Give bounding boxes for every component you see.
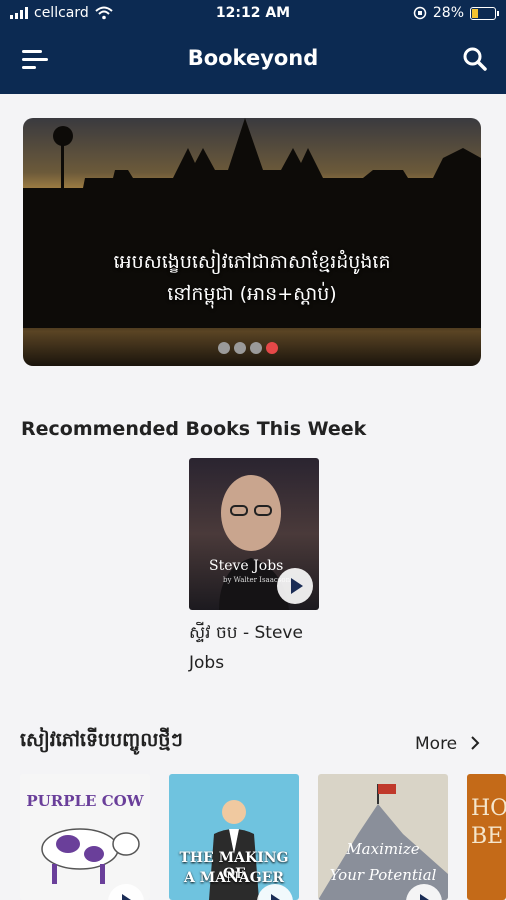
app-title: Bookeyond bbox=[187, 46, 319, 70]
temple-silhouette-image bbox=[23, 118, 481, 328]
book-card-partial[interactable]: HO BE bbox=[467, 774, 506, 900]
battery-percent: 28% bbox=[432, 5, 464, 21]
carousel-dot[interactable] bbox=[250, 342, 262, 354]
carousel-dot-active[interactable] bbox=[266, 342, 278, 354]
cover-title-line-2: BE bbox=[471, 824, 504, 849]
cover-title-line-2: Your Potential bbox=[329, 866, 437, 884]
cow-image bbox=[41, 828, 140, 884]
cover-title-line-1: Maximize bbox=[346, 840, 420, 858]
book-card-maximize-your-potential[interactable]: Maximize Your Potential bbox=[318, 774, 448, 900]
banner-line-1: អេបសង្ខេបសៀវភៅជាភាសាខ្មែរដំបូងគេ bbox=[113, 251, 391, 273]
recommended-section-title: Recommended Books This Week bbox=[21, 418, 367, 440]
banner-caption: អេបសង្ខេបសៀវភៅជាភាសាខ្មែរដំបូងគេ នៅកម្ពុ… bbox=[23, 246, 481, 310]
promo-banner[interactable]: អេបសង្ខេបសៀវភៅជាភាសាខ្មែរដំបូងគេ នៅកម្ពុ… bbox=[23, 118, 481, 366]
chevron-right-icon bbox=[470, 736, 479, 750]
orientation-lock-icon bbox=[413, 6, 427, 20]
app-header: cellcard 12:12 AM 28% Bookeyond bbox=[0, 0, 506, 94]
more-link[interactable]: More bbox=[415, 734, 481, 754]
book-title-line-2: Jobs bbox=[189, 653, 225, 673]
search-icon[interactable] bbox=[462, 46, 488, 72]
book-card-purple-cow[interactable]: PURPLE COW bbox=[20, 774, 150, 900]
recommended-book-title[interactable]: ស្ទីវ ចប - Steve Jobs bbox=[189, 618, 319, 678]
new-books-section-title: សៀវភៅទើបបញ្ចូលថ្មីៗ bbox=[20, 729, 183, 751]
book-cover[interactable]: Steve Jobs by Walter Isaacson bbox=[189, 458, 319, 610]
status-bar: cellcard 12:12 AM 28% bbox=[0, 0, 506, 28]
carousel-dots bbox=[218, 342, 278, 354]
top-bar: Bookeyond bbox=[0, 36, 506, 86]
carousel-dot[interactable] bbox=[218, 342, 230, 354]
more-label: More bbox=[415, 734, 458, 754]
book-card-making-of-a-manager[interactable]: THE MAKING OF A MANAGER bbox=[169, 774, 299, 900]
book-title-line-1: ស្ទីវ ចប - Steve bbox=[189, 623, 303, 643]
carousel-dot[interactable] bbox=[234, 342, 246, 354]
new-books-row: PURPLE COW THE MAKING OF A MANAGER Maxim… bbox=[0, 774, 506, 900]
cover-title-line-1: HO bbox=[471, 796, 506, 821]
battery-icon bbox=[470, 6, 499, 20]
recommended-book-card[interactable]: Steve Jobs by Walter Isaacson ស្ទីវ ចប -… bbox=[189, 458, 319, 678]
play-button[interactable] bbox=[277, 568, 313, 604]
banner-line-2: នៅកម្ពុជា (អាន+ស្តាប់) bbox=[167, 283, 337, 305]
cover-title: Steve Jobs bbox=[209, 558, 284, 574]
